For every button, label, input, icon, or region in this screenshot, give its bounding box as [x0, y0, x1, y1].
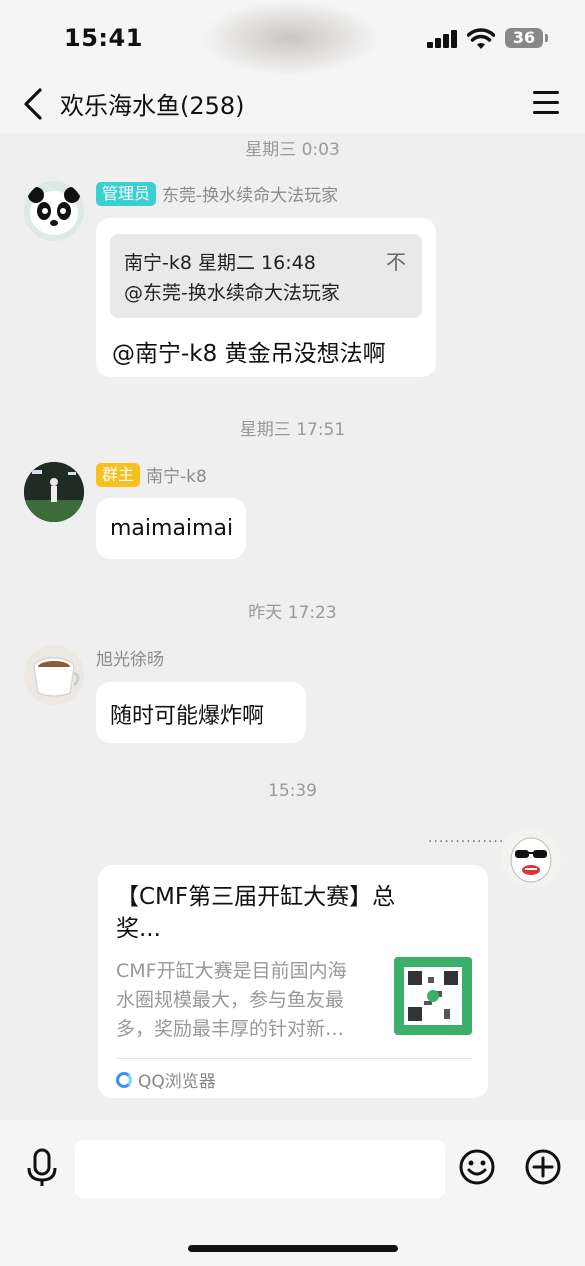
- card-description: CMF开缸大赛是目前国内海 水圈规模最大，参与鱼友最 多，奖励最丰厚的针对新…: [116, 957, 378, 1044]
- quote-close-icon[interactable]: 不: [386, 246, 406, 275]
- card-desc-line: 水圈规模最大，参与鱼友最: [116, 989, 345, 1011]
- qr-code-thumbnail: [394, 957, 472, 1035]
- sender-meta: 群主 南宁-k8: [96, 462, 207, 487]
- timestamp: 星期三 0:03: [245, 140, 340, 160]
- sender-name[interactable]: 旭光徐旸: [96, 645, 164, 670]
- chat-header: 欢乐海水鱼(258): [0, 76, 585, 134]
- card-title-line: 奖...: [116, 916, 161, 942]
- card-title-line: 【CMF第三届开缸大赛】总: [116, 884, 396, 910]
- admin-badge: 管理员: [96, 181, 157, 206]
- avatar-coffee[interactable]: [24, 645, 84, 705]
- avatar-self[interactable]: [501, 828, 561, 888]
- status-bar: 15:41 36: [0, 0, 585, 76]
- timestamp: 昨天 17:23: [248, 603, 337, 623]
- sender-name[interactable]: 南宁-k8: [146, 462, 207, 487]
- qq-browser-icon: [116, 1071, 132, 1088]
- quoted-message[interactable]: 南宁-k8 星期二 16:48 @东莞-换水续命大法玩家 不: [110, 234, 422, 318]
- card-desc-line: CMF开缸大赛是目前国内海: [116, 960, 347, 982]
- mic-icon[interactable]: [24, 1148, 60, 1188]
- message-text: maimaimai: [110, 516, 234, 541]
- quote-text: @东莞-换水续命大法玩家: [124, 282, 340, 304]
- battery-icon: 36: [505, 28, 548, 48]
- timestamp: 15:39: [268, 781, 317, 801]
- message-bubble[interactable]: 随时可能爆炸啊: [96, 682, 306, 743]
- coffee-cup-icon: [24, 645, 84, 705]
- timestamp: 星期三 17:51: [239, 420, 346, 440]
- sender-name-hidden: ··············: [428, 834, 505, 850]
- message-input[interactable]: [75, 1140, 445, 1198]
- message-bubble[interactable]: maimaimai: [96, 498, 246, 559]
- message-text: @南宁-k8 黄金吊没想法啊: [112, 341, 386, 367]
- chat-title: 欢乐海水鱼(258): [60, 92, 245, 120]
- panda-icon: [28, 187, 80, 235]
- card-desc-line: 多，奖励最丰厚的针对新…: [116, 1018, 345, 1040]
- signal-icon: [427, 30, 459, 48]
- cartoon-face-icon: [501, 828, 561, 888]
- menu-icon[interactable]: [533, 91, 559, 115]
- owner-badge: 群主: [96, 462, 141, 487]
- emoji-icon[interactable]: [458, 1148, 496, 1186]
- home-indicator: [188, 1245, 398, 1252]
- status-time: 15:41: [64, 24, 143, 52]
- card-title: 【CMF第三届开缸大赛】总 奖...: [116, 881, 416, 945]
- input-bar: [0, 1120, 585, 1266]
- card-divider: [116, 1058, 472, 1059]
- card-source: QQ浏览器: [116, 1067, 216, 1092]
- back-icon[interactable]: [20, 86, 48, 122]
- avatar-stadium[interactable]: [24, 462, 84, 522]
- message-text: 随时可能爆炸啊: [110, 704, 265, 729]
- sender-meta: 管理员 东莞-换水续命大法玩家: [96, 181, 338, 206]
- quote-header: 南宁-k8 星期二 16:48: [124, 252, 316, 274]
- sender-meta: 旭光徐旸: [96, 645, 164, 670]
- stadium-photo-icon: [24, 462, 84, 522]
- avatar-panda[interactable]: [24, 181, 84, 241]
- message-bubble[interactable]: 南宁-k8 星期二 16:48 @东莞-换水续命大法玩家 不 @南宁-k8 黄金…: [96, 218, 436, 377]
- plus-icon[interactable]: [524, 1148, 562, 1186]
- wifi-icon: [467, 28, 495, 49]
- status-blur: [200, 0, 380, 76]
- link-card[interactable]: 【CMF第三届开缸大赛】总 奖... CMF开缸大赛是目前国内海 水圈规模最大，…: [98, 865, 488, 1098]
- sender-name[interactable]: 东莞-换水续命大法玩家: [162, 181, 338, 206]
- card-source-label: QQ浏览器: [138, 1072, 216, 1092]
